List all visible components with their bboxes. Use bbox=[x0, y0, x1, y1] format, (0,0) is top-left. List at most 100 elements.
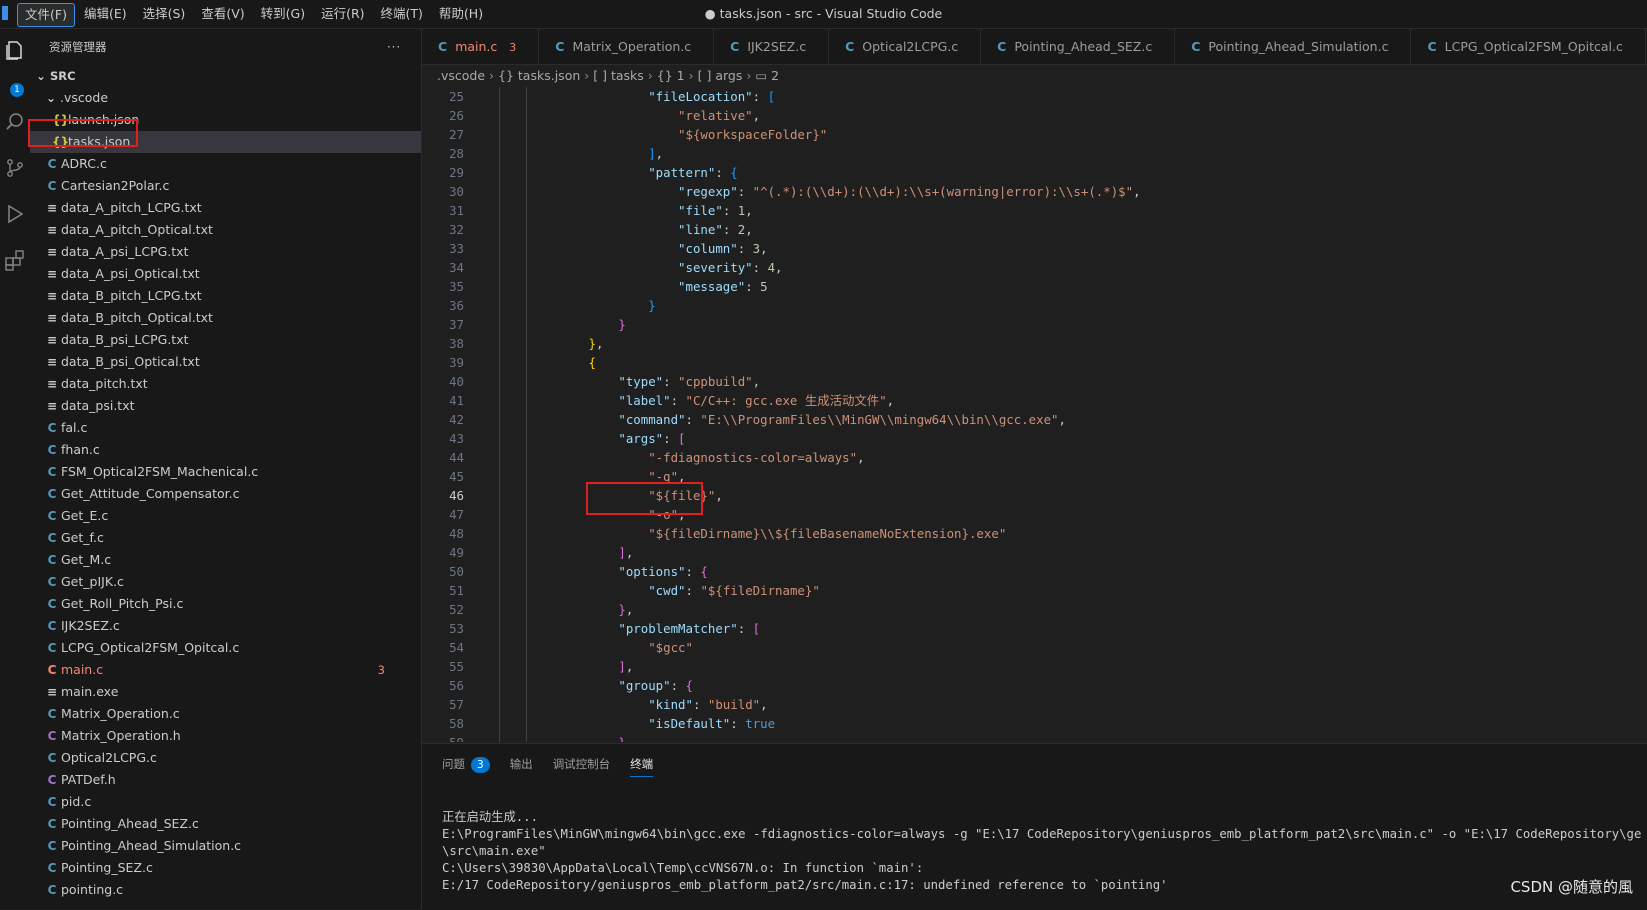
tree-root-src[interactable]: ⌄ SRC bbox=[30, 65, 421, 87]
file-tree-item[interactable]: ≡ data_B_pitch_Optical.txt bbox=[30, 307, 421, 329]
file-name: FSM_Optical2FSM_Machenical.c bbox=[61, 464, 259, 479]
text-file-icon: ≡ bbox=[46, 311, 58, 325]
file-tree-item[interactable]: Cfhan.c bbox=[30, 439, 421, 461]
file-tree-item[interactable]: Cpointing.c bbox=[30, 879, 421, 901]
chevron-down-icon: ⌄ bbox=[45, 91, 57, 105]
file-tree-item[interactable]: ≡ data_pitch.txt bbox=[30, 373, 421, 395]
breadcrumb-item[interactable]: {} tasks.json bbox=[498, 68, 580, 83]
file-tree-item[interactable]: C ADRC.c bbox=[30, 153, 421, 175]
explorer-icon[interactable] bbox=[4, 39, 26, 61]
file-tree-item[interactable]: ≡ data_A_pitch_Optical.txt bbox=[30, 219, 421, 241]
file-tree-item[interactable]: C Pointing_Ahead_Simulation.c bbox=[30, 835, 421, 857]
code-text: } bbox=[648, 298, 656, 313]
panel-tab[interactable]: 输出 bbox=[510, 752, 533, 776]
file-tree-item[interactable]: C Get_pIJK.c bbox=[30, 571, 421, 593]
extensions-icon[interactable] bbox=[4, 249, 26, 271]
breadcrumb-item[interactable]: [ ] args bbox=[698, 68, 743, 83]
file-name: ADRC.c bbox=[61, 156, 107, 171]
source-control-icon[interactable] bbox=[4, 157, 26, 179]
code-line: 50 "options": { bbox=[422, 562, 1647, 581]
panel-tab[interactable]: 调试控制台 bbox=[553, 752, 611, 776]
code-line: 34 "severity": 4, bbox=[422, 258, 1647, 277]
run-debug-icon[interactable] bbox=[4, 203, 26, 225]
line-number: 47 bbox=[449, 507, 464, 522]
c-file-icon: C bbox=[997, 39, 1007, 54]
file-tree-item[interactable]: C LCPG_Optical2FSM_Opitcal.c bbox=[30, 637, 421, 659]
c-file-icon: C bbox=[47, 619, 57, 633]
file-tree-item[interactable]: ≡ data_A_psi_Optical.txt bbox=[30, 263, 421, 285]
file-tree-item[interactable]: ≡ main.exe bbox=[30, 681, 421, 703]
code-text: }, bbox=[588, 336, 604, 351]
tree-folder-vscode[interactable]: ⌄ .vscode bbox=[30, 87, 421, 109]
file-tree-item[interactable]: C Pointing_SEZ.c bbox=[30, 857, 421, 879]
file-tree-item[interactable]: C Get_Attitude_Compensator.c bbox=[30, 483, 421, 505]
file-tree-item[interactable]: Cfal.c bbox=[30, 417, 421, 439]
folder-label: .vscode bbox=[60, 90, 109, 105]
file-tree-item[interactable]: C Matrix_Operation.h bbox=[30, 725, 421, 747]
file-tree-item[interactable]: C FSM_Optical2FSM_Machenical.c bbox=[30, 461, 421, 483]
editor-tab[interactable]: C LCPG_Optical2FSM_Opitcal.c bbox=[1411, 29, 1646, 64]
code-text: "column": 3, bbox=[678, 241, 768, 256]
file-tree-item[interactable]: C IJK2SEZ.c bbox=[30, 615, 421, 637]
terminal-line: E:/17 CodeRepository/geniuspros_emb_plat… bbox=[442, 878, 1168, 892]
tab-label: Pointing_Ahead_SEZ.c bbox=[1014, 39, 1153, 54]
file-tree-item[interactable]: C Matrix_Operation.c bbox=[30, 703, 421, 725]
line-number: 50 bbox=[449, 564, 464, 579]
breadcrumb-item[interactable]: ▭ 2 bbox=[755, 68, 779, 83]
panel-tab[interactable]: 问题 3 bbox=[442, 752, 490, 776]
code-line: 29 "pattern": { bbox=[422, 163, 1647, 182]
file-tree-item[interactable]: C Pointing_Ahead_SEZ.c bbox=[30, 813, 421, 835]
problem-count: 3 bbox=[377, 663, 385, 677]
file-tree-item[interactable]: C Get_Roll_Pitch_Psi.c bbox=[30, 593, 421, 615]
file-tree-item[interactable]: ≡ data_psi.txt bbox=[30, 395, 421, 417]
file-tree-item[interactable]: ≡ data_B_psi_LCPG.txt bbox=[30, 329, 421, 351]
editor-tab[interactable]: Cmain.c 3 bbox=[422, 29, 540, 64]
code-line: 37 } bbox=[422, 315, 1647, 334]
editor-tab[interactable]: C Pointing_Ahead_Simulation.c bbox=[1175, 29, 1412, 64]
breadcrumb-item[interactable]: .vscode bbox=[437, 68, 485, 83]
text-file-icon: ≡ bbox=[46, 399, 58, 413]
file-name: data_B_pitch_LCPG.txt bbox=[61, 288, 202, 303]
file-tree-item[interactable]: C Get_M.c bbox=[30, 549, 421, 571]
code-line: 59 }, bbox=[422, 733, 1647, 742]
code-editor[interactable]: 25 "fileLocation": [26 "relative", 27 "${… bbox=[422, 87, 1647, 742]
file-tree-item[interactable]: C Optical2LCPG.c bbox=[30, 747, 421, 769]
editor-tab[interactable]: C Pointing_Ahead_SEZ.c bbox=[981, 29, 1176, 64]
more-actions-icon[interactable]: ··· bbox=[387, 29, 401, 65]
c-file-icon: C bbox=[47, 179, 57, 193]
breadcrumb-item[interactable]: {} 1 bbox=[657, 68, 685, 83]
file-tree-item[interactable]: Cmain.c 3 bbox=[30, 659, 421, 681]
editor-tab[interactable]: C IJK2SEZ.c bbox=[714, 29, 830, 64]
file-name: pointing.c bbox=[61, 882, 124, 897]
code-line: 48 "${fileDirname}\\${fileBasenameNoExte… bbox=[422, 524, 1647, 543]
file-name: Get_f.c bbox=[61, 530, 104, 545]
c-file-icon: C bbox=[47, 509, 57, 523]
terminal-line: \src\main.exe" bbox=[442, 844, 546, 858]
code-line: 33 "column": 3, bbox=[422, 239, 1647, 258]
file-tree-item[interactable]: C Get_f.c bbox=[30, 527, 421, 549]
file-tree-item[interactable]: ≡ data_A_psi_LCPG.txt bbox=[30, 241, 421, 263]
c-file-icon: C bbox=[47, 861, 57, 875]
file-tree-item[interactable]: ≡ data_B_psi_Optical.txt bbox=[30, 351, 421, 373]
breadcrumb-item[interactable]: [ ] tasks bbox=[593, 68, 644, 83]
panel-tab[interactable]: 终端 bbox=[630, 752, 654, 777]
code-text: "relative", bbox=[678, 108, 761, 123]
file-tree-item[interactable]: C Cartesian2Polar.c bbox=[30, 175, 421, 197]
file-tree-item[interactable]: C PATDef.h bbox=[30, 769, 421, 791]
search-icon[interactable] bbox=[4, 111, 26, 133]
file-name: IJK2SEZ.c bbox=[61, 618, 120, 633]
file-name: data_pitch.txt bbox=[61, 376, 148, 391]
chevron-right-icon: › bbox=[746, 68, 752, 83]
panel-tab-label: 问题 bbox=[442, 757, 465, 771]
line-number: 36 bbox=[449, 298, 464, 313]
file-tree-item[interactable]: ≡ data_A_pitch_LCPG.txt bbox=[30, 197, 421, 219]
file-tree-item[interactable]: ≡ data_B_pitch_LCPG.txt bbox=[30, 285, 421, 307]
terminal-output[interactable]: 正在启动生成... E:\ProgramFiles\MinGW\mingw64\b… bbox=[442, 809, 1642, 894]
code-text: "-fdiagnostics-color=always", bbox=[648, 450, 865, 465]
file-tree-item[interactable]: C Get_E.c bbox=[30, 505, 421, 527]
editor-tab[interactable]: C Optical2LCPG.c bbox=[829, 29, 982, 64]
editor-tab[interactable]: C Matrix_Operation.c bbox=[539, 29, 715, 64]
code-text: "group": { bbox=[618, 678, 693, 693]
line-number: 26 bbox=[449, 108, 464, 123]
file-tree-item[interactable]: Cpid.c bbox=[30, 791, 421, 813]
